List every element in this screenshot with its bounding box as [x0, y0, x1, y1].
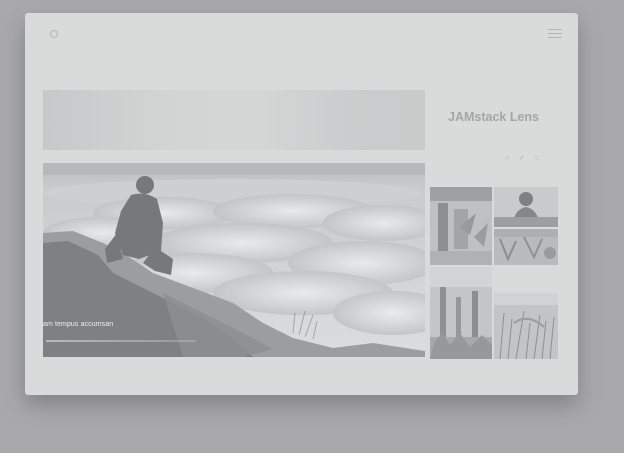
- hero-image[interactable]: am tempus accumsan: [43, 163, 425, 357]
- twitter-icon[interactable]: ○: [503, 154, 511, 162]
- thumbnail-image: [494, 293, 558, 359]
- thumbnail-image: [494, 187, 558, 227]
- menu-line: [548, 37, 562, 38]
- thumbnail-person-portrait[interactable]: [494, 187, 558, 227]
- screenshot-stage: am tempus accumsan JAMstack Lens ○ ✓ ○: [0, 0, 624, 453]
- thumbnail-image: [430, 267, 492, 359]
- thumbnail-image: [430, 187, 492, 265]
- thumbnail-plants-window[interactable]: [430, 187, 492, 265]
- thumbnail-cactus-garden[interactable]: [430, 267, 492, 359]
- thumbnail-hanging-plants[interactable]: [494, 229, 558, 265]
- instagram-icon[interactable]: ○: [533, 154, 541, 162]
- gallery-thumbnails: [430, 187, 558, 359]
- browser-window: am tempus accumsan JAMstack Lens ○ ✓ ○: [25, 13, 578, 395]
- logo-dot-icon[interactable]: [50, 30, 58, 38]
- hero-caption-subtext-line: [46, 340, 196, 342]
- site-title[interactable]: JAMstack Lens: [448, 110, 539, 124]
- hamburger-menu-icon[interactable]: [548, 29, 562, 39]
- thumbnail-image: [494, 229, 558, 265]
- header-banner: [43, 90, 425, 150]
- menu-line: [548, 29, 562, 30]
- menu-line: [548, 33, 562, 34]
- social-links: ○ ✓ ○: [503, 154, 541, 162]
- github-icon[interactable]: ✓: [518, 154, 526, 162]
- hero-caption: am tempus accumsan: [43, 321, 114, 328]
- thumbnail-grass-field[interactable]: [494, 293, 558, 359]
